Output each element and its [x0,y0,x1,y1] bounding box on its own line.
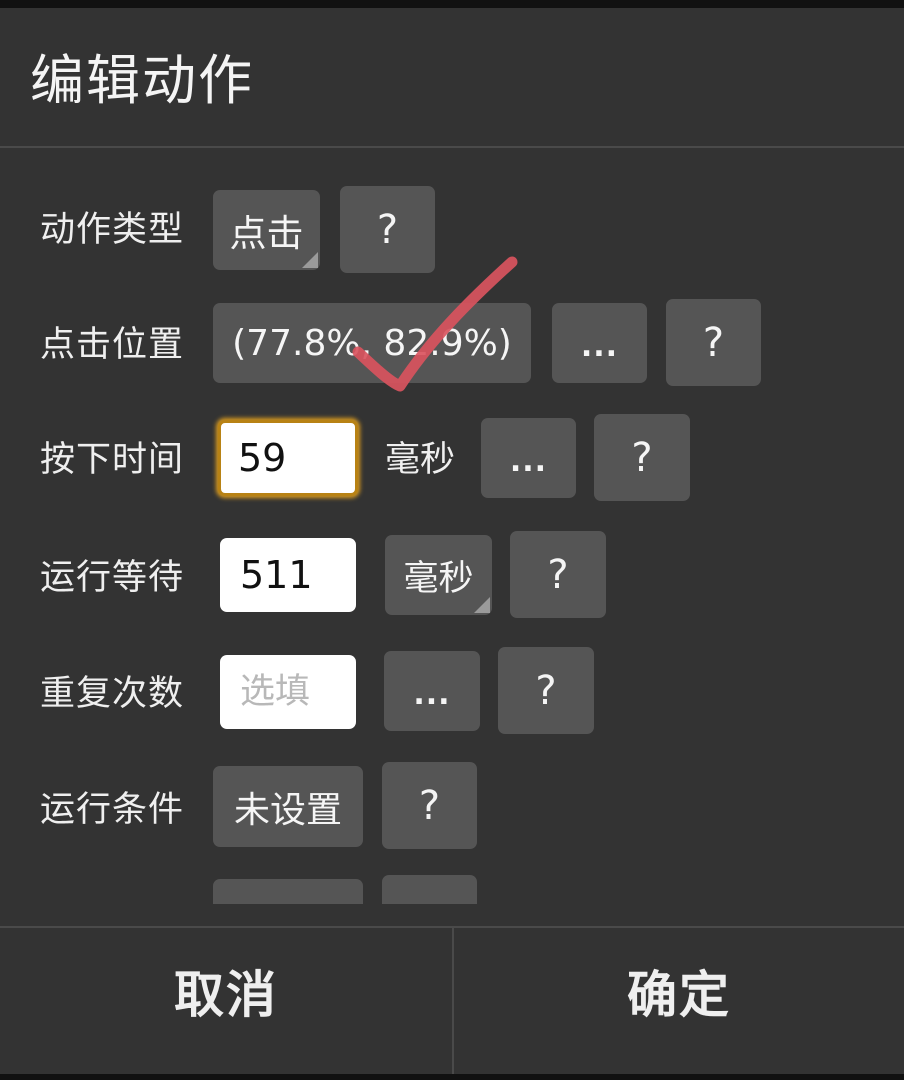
click-position-button[interactable]: (77.8%, 82.9%) [213,303,531,383]
run-wait-help-button[interactable]: ? [510,531,606,618]
repeat-count-label: 重复次数 [40,674,185,714]
run-condition-help-button[interactable]: ? [382,762,477,849]
dialog-content[interactable]: 动作类型 点击 ? 点击位置 (77.8%, 82.9%) ... ? 按下时间… [0,148,904,904]
press-time-unit: 毫秒 [385,440,456,480]
confirm-button[interactable]: 确定 [454,928,904,1074]
repeat-count-input[interactable] [220,655,356,729]
dialog-title: 编辑动作 [30,49,254,112]
repeat-count-help-button[interactable]: ? [498,647,594,734]
run-wait-label: 运行等待 [40,558,185,598]
click-position-label: 点击位置 [40,325,185,365]
action-type-label: 动作类型 [40,210,185,250]
next-row-help-button-partial[interactable] [382,875,477,904]
press-time-input[interactable] [218,420,358,496]
run-wait-input[interactable] [220,538,356,612]
repeat-count-more-button[interactable]: ... [384,651,480,731]
click-position-more-button[interactable]: ... [552,303,647,383]
run-condition-label: 运行条件 [40,790,185,830]
run-condition-button[interactable]: 未设置 [213,766,363,847]
press-time-more-button[interactable]: ... [481,418,576,498]
press-time-label: 按下时间 [40,440,185,480]
click-position-help-button[interactable]: ? [666,299,761,386]
press-time-help-button[interactable]: ? [594,414,690,501]
next-row-button-partial[interactable] [213,879,363,904]
edit-action-dialog: 编辑动作 动作类型 点击 ? 点击位置 (77.8%, 82.9%) ... ?… [0,8,904,1074]
background-below-dialog [0,1074,904,1080]
cancel-button[interactable]: 取消 [0,928,452,1074]
action-type-help-button[interactable]: ? [340,186,435,273]
action-type-dropdown[interactable]: 点击 [213,190,320,270]
run-wait-unit-dropdown[interactable]: 毫秒 [385,535,492,615]
status-bar-edge [0,0,904,8]
